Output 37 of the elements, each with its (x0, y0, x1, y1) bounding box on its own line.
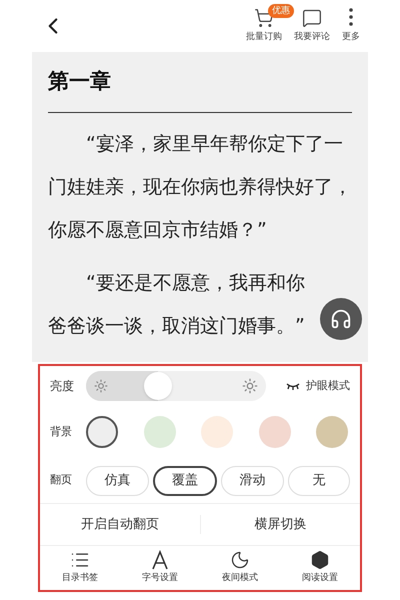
background-swatch[interactable] (144, 416, 176, 448)
page-turn-option[interactable]: 滑动 (221, 466, 284, 496)
moon-icon (230, 550, 250, 570)
page-turn-option[interactable]: 无 (288, 466, 350, 496)
eye-mode-button[interactable]: 护眼模式 (286, 378, 350, 394)
headphones-icon (330, 308, 352, 330)
toolbar-button[interactable]: 我要评论 (294, 8, 330, 44)
page-turn-label: 翻页 (50, 472, 73, 488)
background-swatch[interactable] (86, 416, 118, 448)
chapter-paragraph: “要还是不愿意，我再和你爸爸谈一谈，取消这门婚事。” (48, 270, 306, 338)
more-icon (349, 8, 353, 26)
comment-icon (302, 8, 322, 28)
audio-button[interactable] (320, 298, 362, 340)
nav-item[interactable]: 字号设置 (120, 550, 200, 586)
nav-item[interactable]: 夜间模式 (200, 550, 280, 586)
page-turn-option[interactable]: 仿真 (86, 466, 148, 496)
hexagon-icon (310, 550, 330, 570)
background-swatch[interactable] (316, 416, 348, 448)
letter-a-icon (151, 550, 169, 570)
closed-eye-icon (286, 382, 300, 390)
toggle-option[interactable]: 横屏切换 (200, 514, 360, 534)
cart-icon (254, 8, 274, 28)
chapter-paragraph: “宴泽，家里早年帮你定下了一门娃娃亲，现在你病也养得快好了，你愿不愿意回京市结婚？” (48, 132, 352, 242)
nav-item[interactable]: 目录书签 (40, 550, 120, 586)
toggle-option[interactable]: 开启自动翻页 (40, 514, 200, 534)
background-label: 背景 (50, 424, 73, 440)
discount-badge: 优惠 (268, 4, 294, 18)
dim-sun-icon (94, 379, 108, 393)
page-turn-option[interactable]: 覆盖 (152, 466, 217, 496)
chapter-title: 第一章 (48, 66, 352, 112)
brightness-slider[interactable] (86, 371, 266, 401)
brightness-label: 亮度 (50, 378, 75, 395)
background-swatch[interactable] (201, 416, 233, 448)
background-swatch[interactable] (258, 416, 290, 448)
toolbar-button[interactable]: 更多 (342, 8, 360, 44)
bright-sun-icon (242, 378, 258, 394)
nav-item[interactable]: 阅读设置 (280, 550, 360, 586)
